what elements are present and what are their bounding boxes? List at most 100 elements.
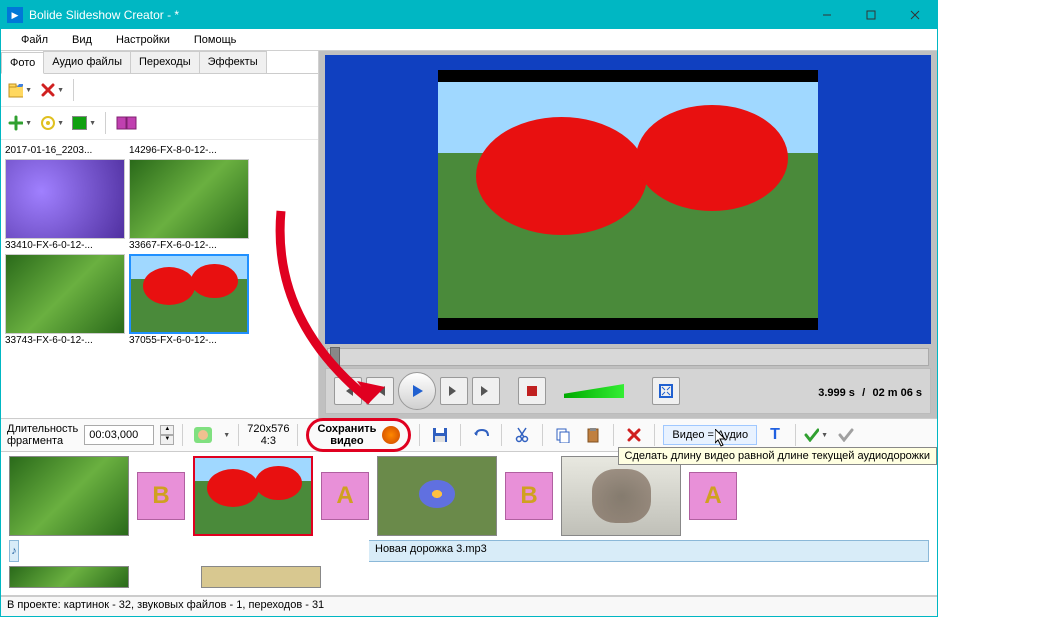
separator (73, 79, 74, 101)
play-button[interactable] (398, 372, 436, 410)
skip-start-button[interactable] (334, 377, 362, 405)
preview-area: 3.999 s / 02 m 06 s (319, 51, 937, 418)
tab-transitions[interactable]: Переходы (130, 51, 200, 73)
timeline-clip[interactable] (201, 566, 321, 588)
menu-help[interactable]: Помощь (182, 31, 249, 49)
prev-frame-button[interactable] (366, 377, 394, 405)
separator (182, 424, 183, 446)
tab-audio[interactable]: Аудио файлы (43, 51, 131, 73)
video-track[interactable]: B A B A (1, 452, 937, 540)
thumbnail-item[interactable]: 37055-FX-6-0-12-... (129, 254, 249, 347)
effects-button[interactable]: ▼ (39, 111, 65, 135)
tab-effects[interactable]: Эффекты (199, 51, 267, 73)
thumbnail-label: 33667-FX-6-0-12-... (129, 239, 249, 252)
media-panel: Фото Аудио файлы Переходы Эффекты ▼ ▼ (1, 51, 319, 418)
spinner-down[interactable]: ▼ (160, 435, 174, 445)
copy-button[interactable] (551, 423, 575, 447)
color-button[interactable]: ▼ (71, 111, 97, 135)
skip-end-button[interactable] (472, 377, 500, 405)
transition-item[interactable]: A (321, 472, 369, 520)
delete-clip-button[interactable] (622, 423, 646, 447)
duration-spinner[interactable]: ▲ ▼ (160, 425, 174, 445)
duration-input[interactable] (84, 425, 154, 445)
menubar: Файл Вид Настройки Помощь (1, 29, 937, 51)
menu-file[interactable]: Файл (9, 31, 60, 49)
close-button[interactable] (893, 1, 937, 29)
spinner-up[interactable]: ▲ (160, 425, 174, 435)
tooltip: Сделать длину видео равной длине текущей… (618, 447, 938, 465)
thumbnail-label: 33410-FX-6-0-12-... (5, 239, 125, 252)
apply-button[interactable]: ▼ (804, 423, 828, 447)
menu-settings[interactable]: Настройки (104, 31, 182, 49)
time-display: 3.999 s / 02 m 06 s (818, 384, 922, 399)
add-button[interactable]: ▼ (7, 111, 33, 135)
cut-button[interactable] (510, 423, 534, 447)
thumbnail-item[interactable]: 33743-FX-6-0-12-... (5, 254, 125, 347)
maximize-button[interactable] (849, 1, 893, 29)
text-button[interactable]: T (763, 423, 787, 447)
resolution-label: 720x5764:3 (247, 423, 289, 447)
preview-viewport (325, 55, 931, 344)
music-note-icon: ♪ (9, 540, 19, 562)
transition-item[interactable]: A (689, 472, 737, 520)
open-folder-button[interactable]: ▼ (7, 78, 33, 102)
paste-button[interactable] (581, 423, 605, 447)
time-total: 02 m 06 s (872, 387, 922, 399)
separator (105, 112, 106, 134)
chevron-down-icon: ▼ (57, 120, 64, 127)
face-button[interactable] (191, 423, 215, 447)
timeline-toolbar: Длительностьфрагмента ▲ ▼ ▼ 720x5764:3 С… (1, 418, 937, 452)
secondary-track (1, 566, 937, 592)
audio-clip[interactable]: Новая дорожка 3.mp3 (369, 540, 929, 562)
seek-bar[interactable] (327, 348, 929, 366)
save-video-button[interactable]: Сохранитьвидео (306, 418, 411, 452)
next-frame-button[interactable] (440, 377, 468, 405)
volume-indicator[interactable] (564, 384, 624, 398)
timeline-clip[interactable] (193, 456, 313, 536)
thumbnail-image (129, 159, 249, 239)
window-buttons (805, 1, 937, 29)
thumbnail-grid[interactable]: 2017-01-16_2203... 14296-FX-8-0-12-... 3… (1, 140, 318, 418)
undo-button[interactable] (469, 423, 493, 447)
window-title: Bolide Slideshow Creator - * (29, 8, 805, 22)
tab-photo[interactable]: Фото (1, 52, 44, 74)
media-tabs: Фото Аудио файлы Переходы Эффекты (1, 51, 318, 74)
apply-gray-button[interactable] (834, 423, 858, 447)
media-toolbar-2: ▼ ▼ ▼ (1, 107, 318, 140)
menu-view[interactable]: Вид (60, 31, 104, 49)
timeline-clip[interactable] (9, 456, 129, 536)
statusbar: В проекте: картинок - 32, звуковых файло… (1, 596, 937, 616)
separator (795, 424, 796, 446)
thumbnail-item[interactable]: 33410-FX-6-0-12-... (5, 159, 125, 252)
delete-button[interactable]: ▼ (39, 78, 65, 102)
app-icon: ▶ (7, 7, 23, 23)
film-button[interactable] (114, 111, 140, 135)
thumbnail-label: 14296-FX-8-0-12-... (129, 144, 249, 157)
separator (654, 424, 655, 446)
fullscreen-button[interactable] (652, 377, 680, 405)
thumbnail-item[interactable]: 2017-01-16_2203... (5, 144, 125, 157)
timeline-clip[interactable] (9, 566, 129, 588)
separator (542, 424, 543, 446)
video-equals-audio-button[interactable]: Видео = Аудио (663, 425, 757, 445)
thumbnail-item[interactable]: 14296-FX-8-0-12-... (129, 144, 249, 157)
timeline-clip[interactable] (377, 456, 497, 536)
chevron-down-icon: ▼ (25, 87, 32, 94)
save-disk-button[interactable] (428, 423, 452, 447)
minimize-button[interactable] (805, 1, 849, 29)
thumbnail-label: 37055-FX-6-0-12-... (129, 334, 249, 347)
thumbnail-item[interactable]: 33667-FX-6-0-12-... (129, 159, 249, 252)
separator (501, 424, 502, 446)
thumbnail-image (5, 159, 125, 239)
transition-item[interactable]: B (505, 472, 553, 520)
seek-handle[interactable] (330, 347, 340, 367)
duration-label: Длительностьфрагмента (7, 423, 78, 447)
audio-track-row: ♪ Новая дорожка 3.mp3 (9, 540, 929, 562)
timeline-clip[interactable] (561, 456, 681, 536)
transition-item[interactable]: B (137, 472, 185, 520)
separator (297, 424, 298, 446)
thumbnail-image (5, 254, 125, 334)
stop-button[interactable] (518, 377, 546, 405)
timeline-area: B A B A ♪ Новая дорожка 3.mp3 (1, 452, 937, 596)
separator (238, 424, 239, 446)
